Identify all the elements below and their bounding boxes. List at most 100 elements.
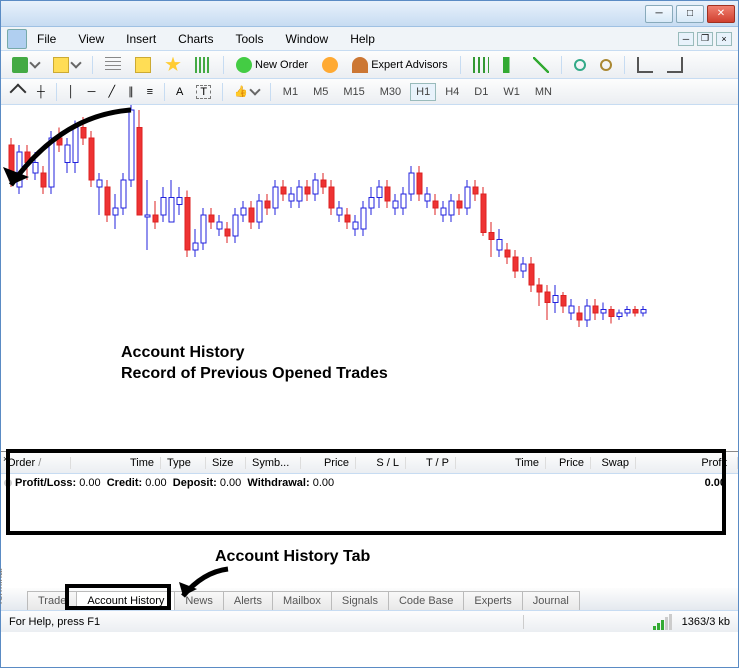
tab-codebase[interactable]: Code Base xyxy=(388,591,464,610)
tf-w1[interactable]: W1 xyxy=(497,83,526,101)
menu-window[interactable]: Window xyxy=(282,30,333,48)
tab-signals[interactable]: Signals xyxy=(331,591,389,610)
profiles-button[interactable] xyxy=(48,54,85,76)
menu-file[interactable]: File xyxy=(33,30,60,48)
col-price[interactable]: Price xyxy=(301,457,356,469)
cursor-icon xyxy=(10,83,27,100)
folder-icon xyxy=(135,57,151,73)
menu-insert[interactable]: Insert xyxy=(122,30,160,48)
menu-help[interactable]: Help xyxy=(346,30,379,48)
zoom-in-button[interactable] xyxy=(569,56,591,74)
thumb-icon: 👍 xyxy=(234,85,248,98)
tf-h1[interactable]: H1 xyxy=(410,83,436,101)
vline-icon: │ xyxy=(68,86,75,98)
child-minimize-button[interactable]: ─ xyxy=(678,32,694,46)
toolbar-main: New Order Expert Advisors xyxy=(1,51,738,79)
line-chart-icon xyxy=(533,57,549,73)
tf-mn[interactable]: MN xyxy=(529,83,558,101)
new-chart-button[interactable] xyxy=(7,54,44,76)
annotation-arrow-icon xyxy=(1,105,141,195)
child-close-button[interactable]: × xyxy=(716,32,732,46)
col-profit[interactable]: Profit xyxy=(636,457,738,469)
col-swap[interactable]: Swap xyxy=(591,457,636,469)
tab-account-history[interactable]: Account History xyxy=(76,591,175,610)
col-time2[interactable]: Time xyxy=(456,457,546,469)
trendline-button[interactable]: ╱ xyxy=(103,82,120,101)
zoom-in-icon xyxy=(574,59,586,71)
status-connection: 1363/3 kb xyxy=(682,616,730,628)
zoom-out-button[interactable] xyxy=(595,56,617,74)
col-sl[interactable]: S / L xyxy=(356,457,406,469)
tf-m15[interactable]: M15 xyxy=(337,83,370,101)
maximize-button[interactable]: □ xyxy=(676,5,704,23)
minimize-button[interactable]: ─ xyxy=(645,5,673,23)
candle-chart-button[interactable] xyxy=(498,54,524,76)
close-button[interactable]: ✕ xyxy=(707,5,735,23)
text-label-button[interactable]: T xyxy=(191,82,216,102)
market-watch-button[interactable] xyxy=(100,54,126,76)
navigator-button[interactable] xyxy=(130,54,156,76)
tf-h4[interactable]: H4 xyxy=(439,83,465,101)
line-chart-button[interactable] xyxy=(528,54,554,76)
terminal-summary-row[interactable]: Profit/Loss: 0.00 Credit: 0.00 Deposit: … xyxy=(1,474,738,492)
menu-tools[interactable]: Tools xyxy=(232,30,268,48)
terminal-close-icon[interactable]: × xyxy=(3,454,8,464)
col-symbol[interactable]: Symb... xyxy=(246,457,301,469)
fibo-button[interactable]: ≡ xyxy=(142,83,158,101)
metaeditor-button[interactable] xyxy=(317,54,343,76)
hline-icon: ─ xyxy=(88,86,96,98)
plus-icon xyxy=(12,57,28,73)
tf-m1[interactable]: M1 xyxy=(277,83,304,101)
chart-icon xyxy=(195,57,211,73)
crosshair-button[interactable]: ┼ xyxy=(32,83,50,101)
toolbar-drawing: ┼ │ ─ ╱ ∥ ≡ A T 👍 M1 M5 M15 M30 H1 H4 D1… xyxy=(1,79,738,105)
terminal-tabs: Terminal Trade Account History News Aler… xyxy=(1,588,738,610)
channel-button[interactable]: ∥ xyxy=(123,82,139,101)
menu-charts[interactable]: Charts xyxy=(174,30,217,48)
col-tp[interactable]: T / P xyxy=(406,457,456,469)
bar-chart-button[interactable] xyxy=(468,54,494,76)
status-bar: For Help, press F1 1363/3 kb xyxy=(1,610,738,632)
tab-mailbox[interactable]: Mailbox xyxy=(272,591,332,610)
autoscroll-button[interactable] xyxy=(632,54,658,76)
terminal-button[interactable] xyxy=(160,54,186,76)
channel-icon: ∥ xyxy=(128,85,134,98)
col-time[interactable]: Time xyxy=(71,457,161,469)
status-help-text: For Help, press F1 xyxy=(9,616,100,628)
tf-m30[interactable]: M30 xyxy=(374,83,407,101)
col-price2[interactable]: Price xyxy=(546,457,591,469)
expert-advisors-button[interactable]: Expert Advisors xyxy=(347,54,452,76)
col-size[interactable]: Size xyxy=(206,457,246,469)
vline-button[interactable]: │ xyxy=(63,83,80,101)
connection-bars-icon xyxy=(653,614,672,630)
tf-d1[interactable]: D1 xyxy=(468,83,494,101)
tf-m5[interactable]: M5 xyxy=(307,83,334,101)
chart-shift-button[interactable] xyxy=(662,54,688,76)
info-icon xyxy=(322,57,338,73)
arrows-button[interactable]: 👍 xyxy=(229,82,264,101)
col-order[interactable]: Order / xyxy=(1,457,71,469)
cursor-button[interactable] xyxy=(7,83,29,101)
list-icon xyxy=(105,57,121,73)
tab-trade[interactable]: Trade xyxy=(27,591,77,610)
hline-button[interactable]: ─ xyxy=(83,83,101,101)
chart-panel[interactable]: Account History Record of Previous Opene… xyxy=(1,105,738,451)
terminal-panel: × Order / Time Type Size Symb... Price S… xyxy=(1,451,738,610)
autoscroll-icon xyxy=(637,57,653,73)
menu-view[interactable]: View xyxy=(74,30,108,48)
col-type[interactable]: Type xyxy=(161,457,206,469)
tab-journal[interactable]: Journal xyxy=(522,591,580,610)
app-window: ─ □ ✕ File View Insert Charts Tools Wind… xyxy=(0,0,739,668)
annotation-tab-label: Account History Tab xyxy=(215,548,370,566)
text-button[interactable]: A xyxy=(171,83,188,101)
annotation-history: Account History Record of Previous Opene… xyxy=(121,343,388,385)
child-restore-button[interactable]: ❐ xyxy=(697,32,713,46)
menu-bar: File View Insert Charts Tools Window Hel… xyxy=(1,27,738,51)
new-order-button[interactable]: New Order xyxy=(231,54,313,76)
text-icon: A xyxy=(176,86,183,98)
strategy-tester-button[interactable] xyxy=(190,54,216,76)
fibo-icon: ≡ xyxy=(147,86,153,98)
expert-icon xyxy=(352,57,368,73)
tab-experts[interactable]: Experts xyxy=(463,591,522,610)
star-icon xyxy=(165,57,181,73)
